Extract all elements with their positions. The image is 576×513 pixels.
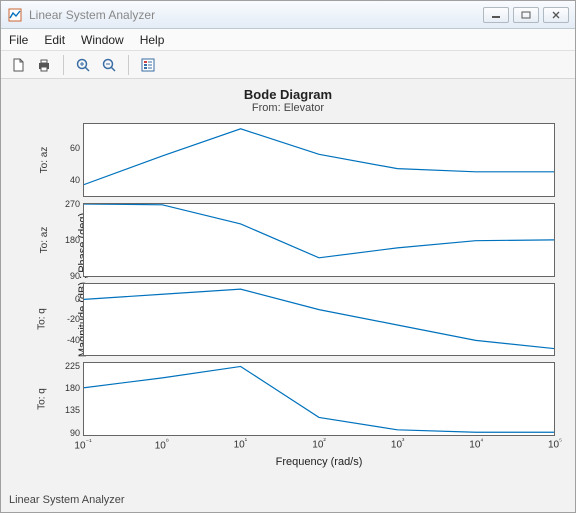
x-tick: 10⁵ bbox=[548, 438, 562, 450]
x-tick: 10¹ bbox=[234, 438, 247, 450]
menubar: File Edit Window Help bbox=[1, 29, 575, 51]
y-tick: 135 bbox=[54, 405, 80, 415]
plot-box: 27018090 bbox=[83, 203, 555, 277]
curve bbox=[84, 204, 554, 276]
app-icon bbox=[7, 7, 23, 23]
zoom-out-icon[interactable] bbox=[98, 54, 120, 76]
x-tick: 10⁰ bbox=[155, 438, 169, 451]
zoom-in-icon[interactable] bbox=[72, 54, 94, 76]
y-tick: 180 bbox=[54, 383, 80, 393]
print-icon[interactable] bbox=[33, 54, 55, 76]
menu-window[interactable]: Window bbox=[81, 33, 124, 47]
y-tick: 90 bbox=[54, 428, 80, 438]
y-tick: -40 bbox=[54, 335, 80, 345]
y-tick: 225 bbox=[54, 361, 80, 371]
plot-area[interactable]: Bode Diagram From: Elevator Magnitude (d… bbox=[1, 79, 575, 490]
window-buttons bbox=[483, 7, 569, 23]
curve bbox=[84, 363, 554, 435]
subplot-ylabel: To: az bbox=[39, 147, 50, 174]
curve bbox=[84, 124, 554, 196]
y-tick: 60 bbox=[54, 143, 80, 153]
y-tick: -20 bbox=[54, 314, 80, 324]
minimize-button[interactable] bbox=[483, 7, 509, 23]
subplot-2: To: q0-20-40 bbox=[83, 283, 555, 357]
menu-help[interactable]: Help bbox=[140, 33, 165, 47]
subplot-1: To: az27018090 bbox=[83, 203, 555, 277]
toolbar-separator bbox=[63, 55, 64, 75]
x-axis-label: Frequency (rad/s) bbox=[83, 456, 555, 468]
y-tick: 90 bbox=[54, 271, 80, 281]
x-tick: 10² bbox=[312, 438, 325, 450]
window-title: Linear System Analyzer bbox=[29, 8, 477, 22]
chart-panels: To: az6040To: az27018090To: q0-20-40To: … bbox=[83, 123, 555, 436]
x-tick: 10³ bbox=[391, 438, 404, 450]
y-tick: 0 bbox=[54, 294, 80, 304]
app-window: Linear System Analyzer File Edit Window … bbox=[0, 0, 576, 513]
subplot-ylabel: To: az bbox=[39, 226, 50, 253]
y-tick: 40 bbox=[54, 175, 80, 185]
subplot-ylabel: To: q bbox=[36, 309, 47, 331]
plot-box: 0-20-40 bbox=[83, 283, 555, 357]
x-tick: 10⁻¹ bbox=[74, 438, 91, 451]
x-ticks: 10⁻¹10⁰10¹10²10³10⁴10⁵ bbox=[83, 438, 555, 452]
menu-edit[interactable]: Edit bbox=[44, 33, 65, 47]
subplot-0: To: az6040 bbox=[83, 123, 555, 197]
toolbar-separator-2 bbox=[128, 55, 129, 75]
subplot-ylabel: To: q bbox=[36, 388, 47, 410]
plot-box: 6040 bbox=[83, 123, 555, 197]
chart-title: Bode Diagram bbox=[5, 87, 571, 102]
properties-icon[interactable] bbox=[137, 54, 159, 76]
status-bar: Linear System Analyzer bbox=[1, 490, 575, 512]
y-tick: 270 bbox=[54, 199, 80, 209]
titlebar[interactable]: Linear System Analyzer bbox=[1, 1, 575, 29]
toolbar bbox=[1, 51, 575, 79]
maximize-button[interactable] bbox=[513, 7, 539, 23]
menu-file[interactable]: File bbox=[9, 33, 28, 47]
chart-subtitle: From: Elevator bbox=[5, 102, 571, 114]
subplot-3: To: q22518013590 bbox=[83, 362, 555, 436]
close-button[interactable] bbox=[543, 7, 569, 23]
curve bbox=[84, 284, 554, 356]
x-tick: 10⁴ bbox=[469, 438, 483, 450]
y-tick: 180 bbox=[54, 235, 80, 245]
new-icon[interactable] bbox=[7, 54, 29, 76]
plot-box: 22518013590 bbox=[83, 362, 555, 436]
